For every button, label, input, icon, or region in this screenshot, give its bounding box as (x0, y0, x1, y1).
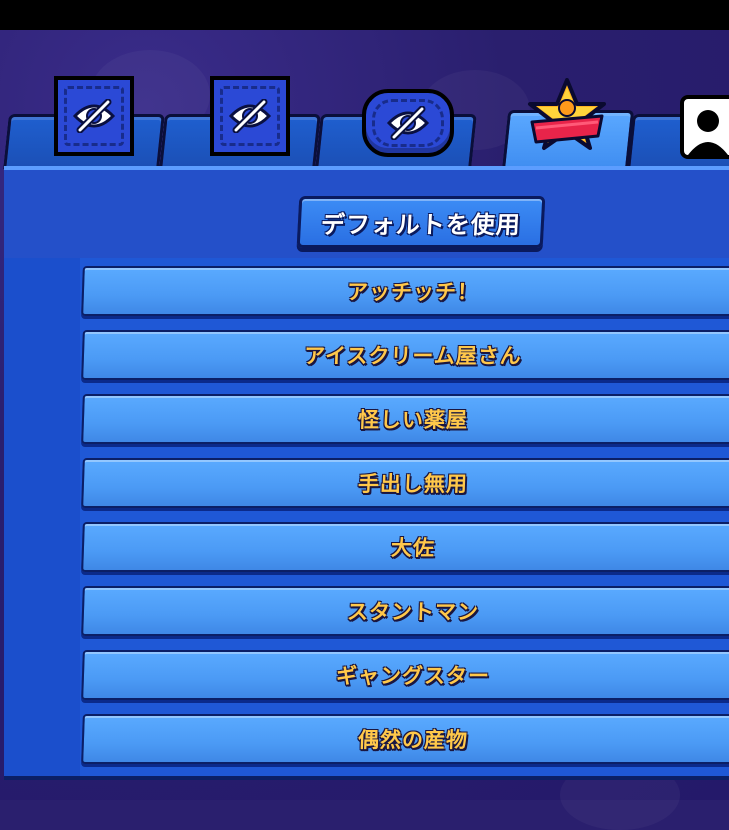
title-item-8[interactable]: 偶然の産物 (81, 714, 729, 764)
title-item-label: ギャングスター (335, 664, 491, 688)
title-item-6[interactable]: スタントマン (81, 586, 729, 636)
use-default-button[interactable]: デフォルトを使用 (296, 196, 546, 248)
title-item-label: スタントマン (346, 600, 480, 624)
player-profile-icon (688, 110, 728, 155)
title-item-label: 怪しい薬屋 (357, 408, 469, 432)
title-item-1[interactable]: アッチッチ！ (81, 266, 729, 316)
top-black-bar (0, 0, 729, 30)
title-item-label: 偶然の産物 (357, 728, 469, 752)
hidden-slot-1[interactable] (54, 76, 134, 156)
title-item-2[interactable]: アイスクリーム屋さん (81, 330, 729, 380)
title-item-label: アッチッチ！ (346, 280, 480, 304)
hidden-slot-3[interactable] (362, 89, 454, 157)
title-item-label: 大佐 (390, 536, 436, 560)
title-selection-panel: デフォルトを使用 アッチッチ！ アイスクリーム屋さん 怪しい薬屋 手出し無用 大… (4, 166, 729, 776)
title-item-7[interactable]: ギャングスター (81, 650, 729, 700)
eye-slash-icon (228, 99, 272, 133)
star-player-icon[interactable] (526, 78, 608, 162)
title-item-3[interactable]: 怪しい薬屋 (81, 394, 729, 444)
eye-slash-icon (386, 106, 430, 140)
title-item-label: 手出し無用 (357, 472, 469, 496)
title-item-label: アイスクリーム屋さん (303, 344, 523, 368)
eye-slash-icon (72, 99, 116, 133)
player-profile-card[interactable] (680, 95, 729, 159)
panel-left-rail (4, 258, 80, 776)
title-item-4[interactable]: 手出し無用 (81, 458, 729, 508)
title-item-5[interactable]: 大佐 (81, 522, 729, 572)
hidden-slot-2[interactable] (210, 76, 290, 156)
